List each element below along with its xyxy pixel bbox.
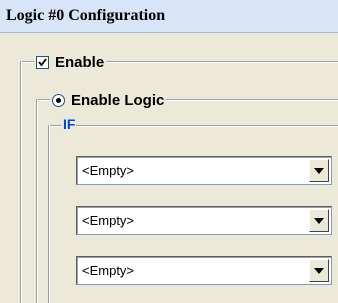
- checkbox-box[interactable]: [36, 55, 49, 69]
- title-bar: Logic #0 Configuration: [0, 0, 338, 33]
- chevron-down-icon: [314, 267, 324, 274]
- enable-label: Enable: [55, 53, 105, 71]
- if-group-border-top: [48, 125, 338, 126]
- dropdown-button[interactable]: [309, 209, 329, 232]
- if-group-label: IF: [62, 116, 77, 132]
- dropdown-button[interactable]: [309, 159, 329, 182]
- dropdown-button[interactable]: [309, 259, 329, 282]
- enable-logic-radio[interactable]: Enable Logic: [50, 90, 167, 110]
- condition-dropdown-2[interactable]: <Empty>: [76, 206, 332, 235]
- if-group-border-left: [48, 125, 49, 303]
- condition-dropdown-3[interactable]: <Empty>: [76, 256, 332, 285]
- window-title: Logic #0 Configuration: [6, 7, 166, 24]
- radio-dot-icon: [56, 97, 61, 103]
- chevron-down-icon: [314, 217, 324, 224]
- condition-dropdown-1[interactable]: <Empty>: [76, 156, 332, 185]
- enable-checkbox[interactable]: Enable: [34, 52, 107, 72]
- condition-value-1: <Empty>: [82, 163, 135, 178]
- radio-button[interactable]: [52, 93, 65, 107]
- enable-logic-label: Enable Logic: [71, 91, 165, 109]
- condition-value-2: <Empty>: [82, 213, 135, 228]
- chevron-down-icon: [314, 167, 324, 174]
- enable-group-border-left: [20, 61, 21, 303]
- condition-value-3: <Empty>: [82, 263, 135, 278]
- logic-group-border-left: [36, 99, 37, 303]
- checkmark-icon: [38, 57, 47, 66]
